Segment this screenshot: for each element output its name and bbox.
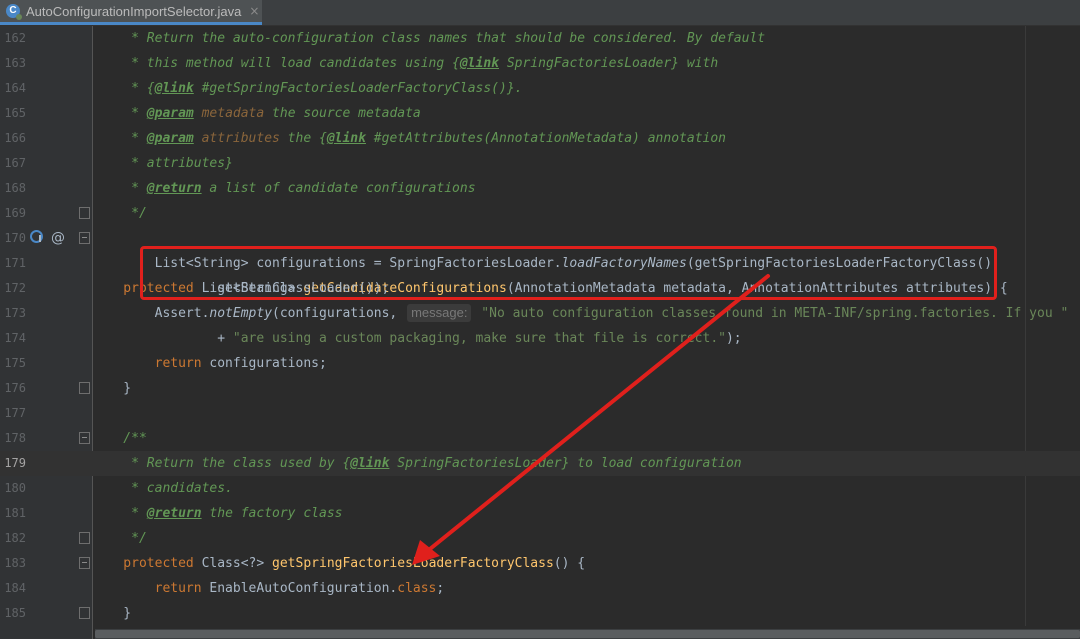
horizontal-scrollbar[interactable] xyxy=(95,629,1080,639)
scrollbar-thumb[interactable] xyxy=(95,630,1080,638)
annotation-arrow xyxy=(412,274,770,565)
